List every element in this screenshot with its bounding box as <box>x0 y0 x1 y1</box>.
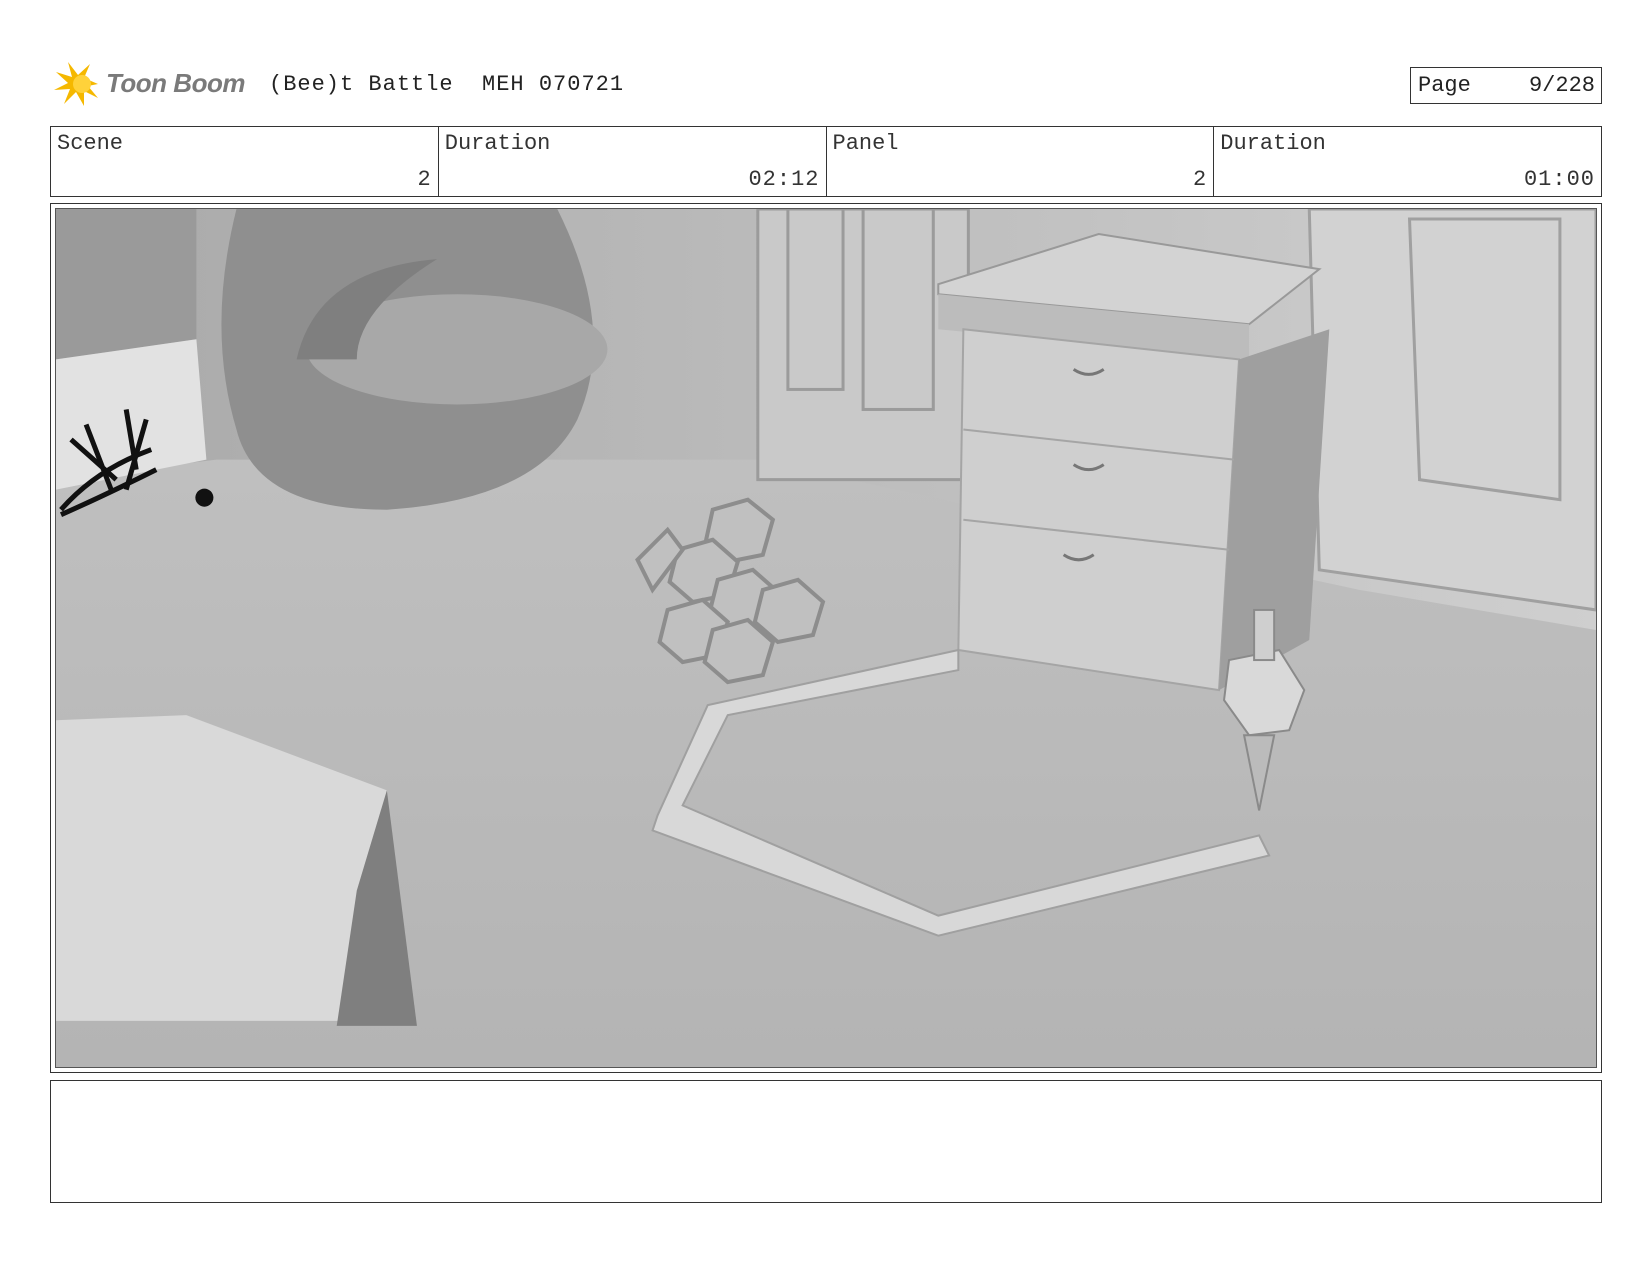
scene-value: 2 <box>417 167 432 192</box>
panel-label: Panel <box>832 131 899 156</box>
logo-text: Toon Boom <box>106 68 245 98</box>
page-label: Page <box>1418 73 1471 98</box>
panel-value: 2 <box>1193 167 1208 192</box>
render-scene <box>56 209 1596 1067</box>
scene-duration-cell: Duration 02:12 <box>439 127 827 196</box>
panel-cell: Panel 2 <box>827 127 1215 196</box>
page-value: 9/228 <box>1528 73 1595 98</box>
scene-duration-label: Duration <box>444 131 551 156</box>
scene-duration-value: 02:12 <box>748 167 820 192</box>
scene-cell: Scene 2 <box>51 127 439 196</box>
scene-label: Scene <box>57 131 124 156</box>
storyboard-panel <box>50 203 1602 1073</box>
page-header: Toon Boom (Bee)t Battle MEH 070721 Page … <box>54 58 1614 108</box>
document-title: (Bee)t Battle MEH 070721 <box>269 72 625 97</box>
storyboard-render-image <box>55 208 1597 1068</box>
page-counter: Page 9/228 <box>1410 67 1602 104</box>
scene-info-table: Scene 2 Duration 02:12 Panel 2 Duration … <box>50 126 1602 197</box>
panel-duration-label: Duration <box>1220 131 1326 156</box>
logo-burst-icon <box>54 62 98 106</box>
notes-box <box>50 1080 1602 1203</box>
panel-duration-value: 01:00 <box>1523 167 1595 192</box>
panel-duration-cell: Duration 01:00 <box>1214 127 1601 196</box>
toon-boom-logo-icon: Toon Boom <box>54 58 254 110</box>
